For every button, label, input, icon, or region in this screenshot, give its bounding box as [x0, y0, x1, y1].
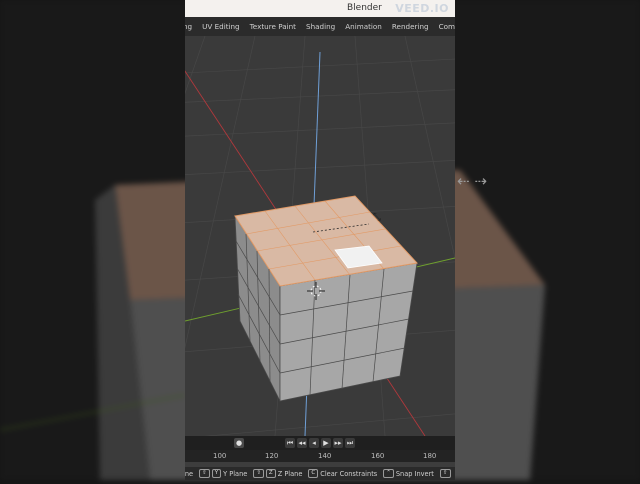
status-item: ⇧ [439, 469, 453, 478]
shift-key-icon: ⇧ [253, 469, 264, 478]
3d-scene[interactable]: ⤡ [185, 36, 455, 436]
tab-layout[interactable]: ing [185, 17, 197, 36]
status-label: Y Plane [223, 469, 248, 478]
key-c: C [308, 469, 319, 478]
ruler-label: 100 [213, 452, 227, 460]
shift-key-icon: ⇧ [199, 469, 210, 478]
status-label: Snap Invert [395, 469, 434, 478]
cube-front-face[interactable] [279, 262, 418, 402]
ruler-label: 180 [423, 452, 437, 460]
window-title: Blender [347, 3, 382, 13]
timeline-controls: ● ⏮ ◂◂ ◂ ▶ ▸▸ ⏭ [185, 436, 455, 450]
status-item: ⇧ Y Y Plane [199, 469, 247, 478]
status-label: Z Plane [277, 469, 303, 478]
next-keyframe-button[interactable]: ▸▸ [333, 438, 343, 448]
status-label: Clear Constraints [320, 469, 378, 478]
status-label: lane [185, 469, 194, 478]
tab-shading[interactable]: Shading [301, 17, 340, 36]
shift-key-icon: ⇧ [439, 469, 451, 478]
status-item: ⌃ Snap Invert [383, 469, 434, 478]
status-item: ⇧ Z Z Plane [253, 469, 302, 478]
ctrl-key-icon: ⌃ [383, 469, 394, 478]
tab-uv-editing[interactable]: UV Editing [197, 17, 245, 36]
drag-arrows-icon: ⇠ ⇢ [457, 172, 487, 190]
jump-end-button[interactable]: ⏭ [345, 438, 355, 448]
status-bar: lane ⇧ Y Y Plane ⇧ Z Z Plane C Clear Con… [185, 467, 455, 480]
key-y: Y [211, 469, 222, 478]
play-reverse-button[interactable]: ◂ [309, 438, 319, 448]
title-bar: Blender VEED.IO [185, 0, 455, 17]
tab-texture-paint[interactable]: Texture Paint [245, 17, 301, 36]
record-button[interactable]: ● [234, 438, 244, 448]
tab-rendering[interactable]: Rendering [387, 17, 434, 36]
cube-mesh[interactable] [234, 195, 418, 402]
timeline-ruler[interactable]: 100 120 140 160 180 [185, 450, 455, 462]
key-z: Z [265, 469, 276, 478]
play-button[interactable]: ▶ [321, 438, 331, 448]
watermark: VEED.IO [395, 2, 449, 15]
jump-start-button[interactable]: ⏮ [285, 438, 295, 448]
status-item: C Clear Constraints [308, 469, 377, 478]
blender-viewport[interactable]: Blender VEED.IO ing UV Editing Texture P… [185, 0, 455, 480]
ruler-label: 160 [371, 452, 385, 460]
resize-arrows-icon: ⤡ [373, 212, 381, 223]
tab-animation[interactable]: Animation [340, 17, 387, 36]
ruler-label: 120 [265, 452, 279, 460]
tab-compositing[interactable]: Compos [434, 17, 455, 36]
ruler-label: 140 [318, 452, 332, 460]
prev-keyframe-button[interactable]: ◂◂ [297, 438, 307, 448]
status-item: lane [185, 470, 193, 478]
workspace-tabs: ing UV Editing Texture Paint Shading Ani… [185, 17, 455, 36]
